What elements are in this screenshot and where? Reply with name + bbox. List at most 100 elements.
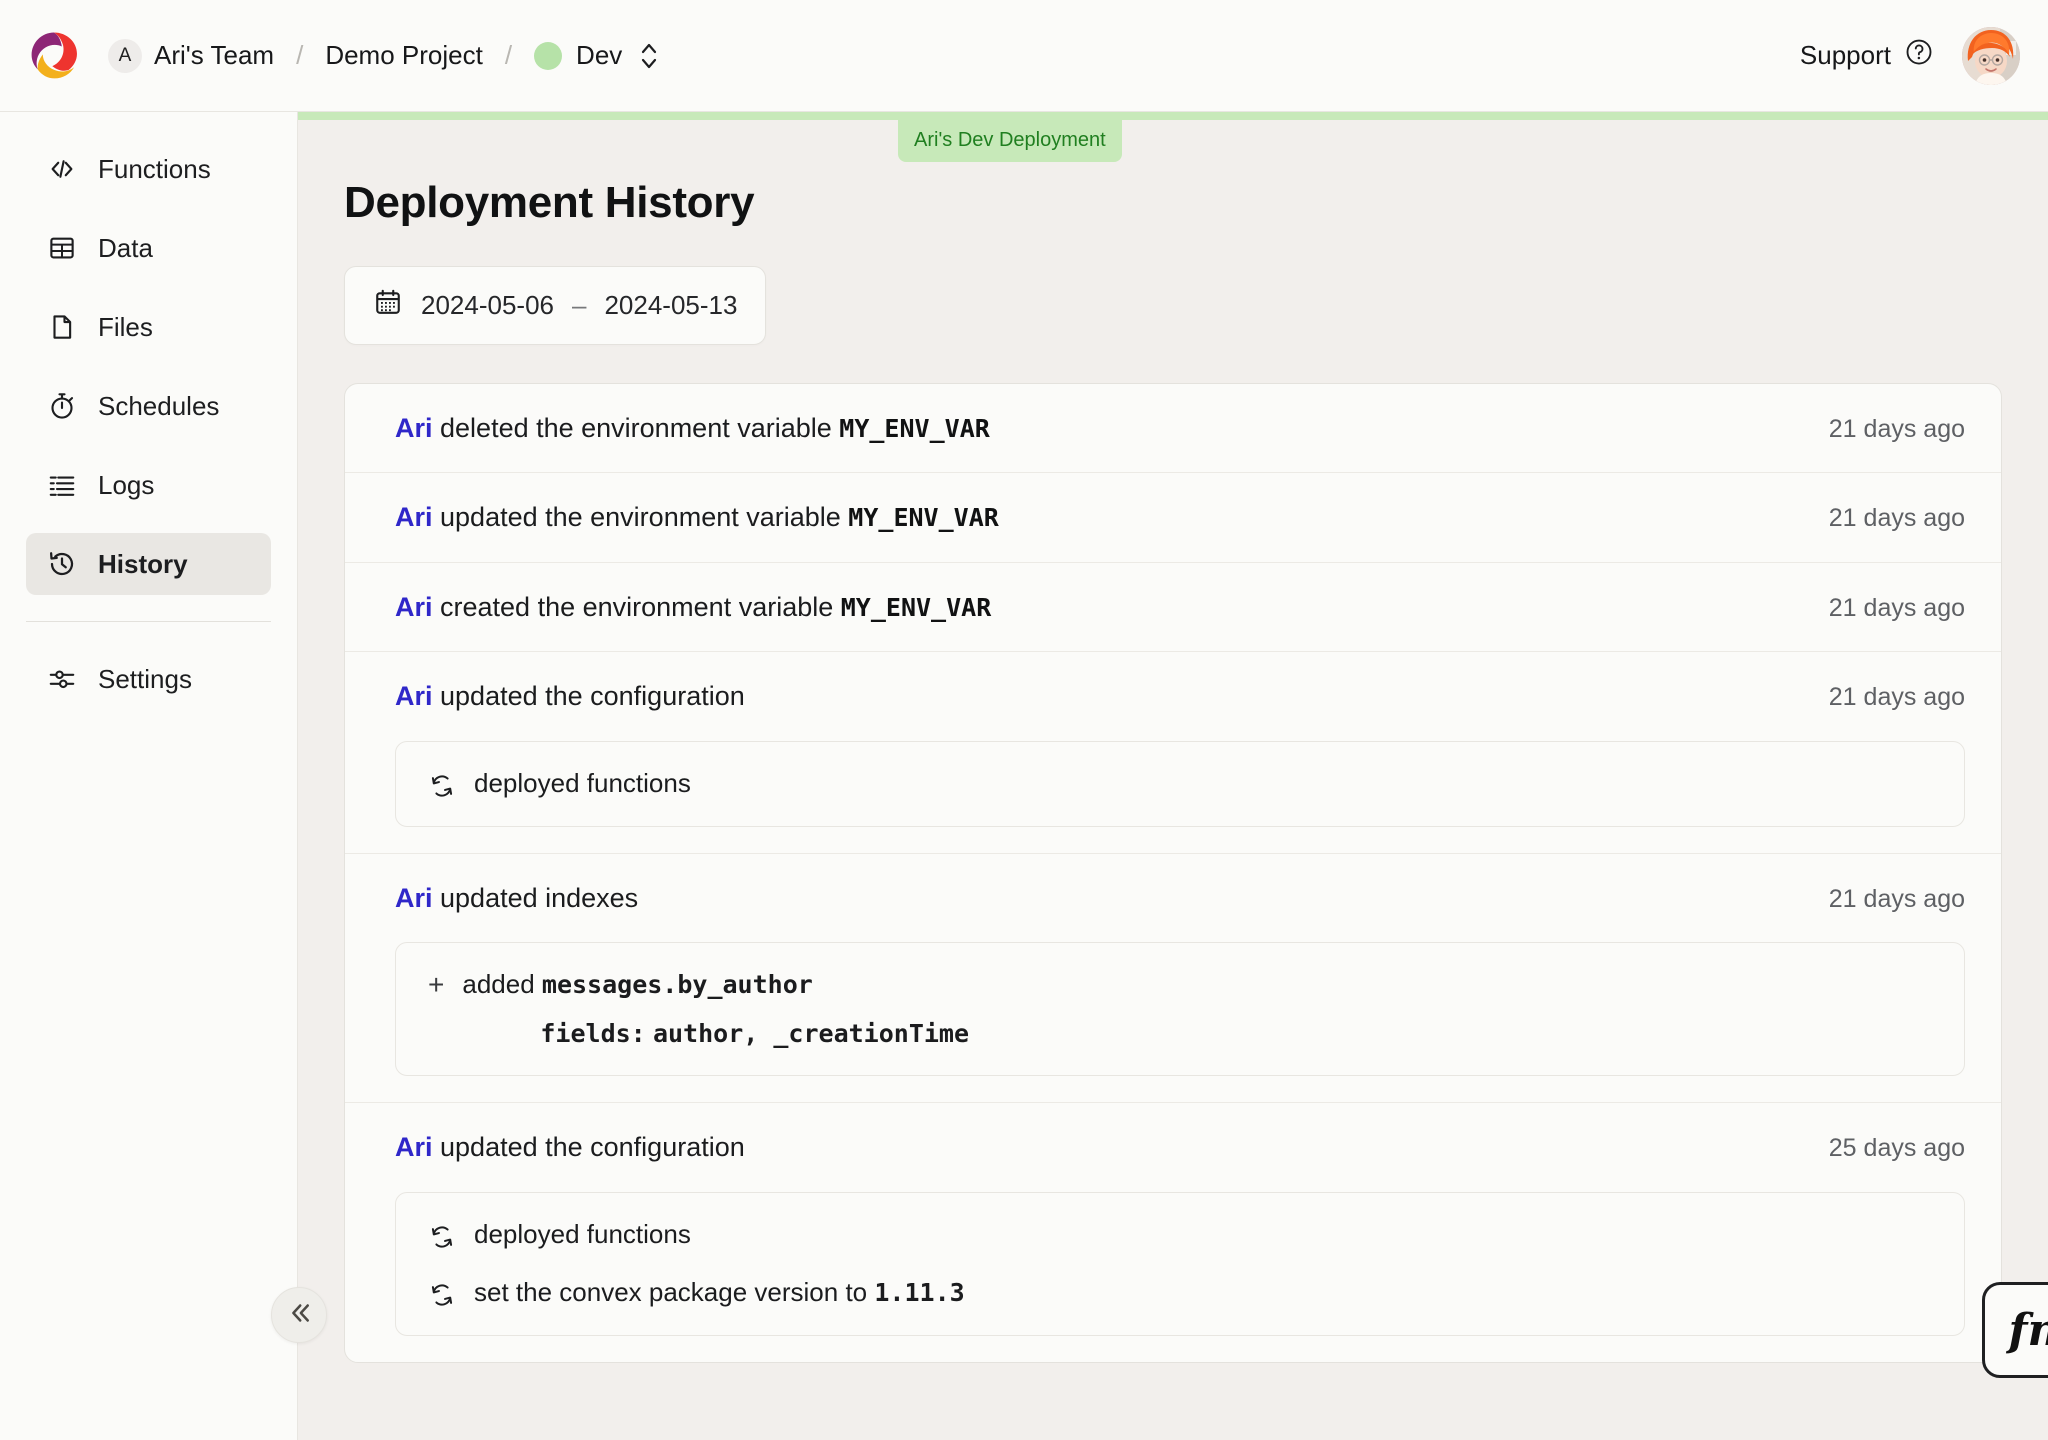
app-root: A Ari's Team / Demo Project / Dev Suppor…	[0, 0, 2048, 1440]
table-row[interactable]: Ari created the environment variable MY_…	[345, 563, 2001, 653]
sidebar-item-functions[interactable]: Functions	[26, 138, 271, 200]
table-row[interactable]: Ari updated the environment variable MY_…	[345, 473, 2001, 563]
entry-actor[interactable]: Ari	[395, 681, 433, 711]
chevron-up-down-icon	[638, 39, 660, 73]
entry-target: MY_ENV_VAR	[839, 414, 990, 443]
entry-timestamp: 21 days ago	[1828, 593, 1965, 622]
entry-actor[interactable]: Ari	[395, 413, 433, 443]
entry-detail-card: + added messages.by_author fields: autho…	[395, 942, 1965, 1077]
entry-description: Ari created the environment variable MY_…	[395, 589, 991, 625]
sidebar-item-label: Settings	[98, 663, 192, 694]
breadcrumb-project[interactable]: Demo Project	[325, 40, 483, 71]
entry-action: updated indexes	[432, 882, 639, 913]
detail-text: deployed functions	[474, 767, 691, 798]
team-initial-avatar: A	[108, 38, 142, 73]
entry-target: MY_ENV_VAR	[840, 592, 992, 622]
date-range-separator: –	[572, 290, 587, 320]
sidebar-item-history[interactable]: History	[26, 533, 271, 595]
breadcrumb-separator-1: /	[296, 40, 304, 70]
fn-widget-button[interactable]: fn	[1982, 1282, 2048, 1378]
date-range-picker[interactable]: 2024-05-06 – 2024-05-13	[344, 266, 767, 345]
table-row[interactable]: Ari deleted the environment variable MY_…	[345, 384, 2001, 474]
entry-description: Ari updated the configuration	[395, 678, 745, 714]
file-icon	[46, 311, 78, 343]
entry-timestamp: 21 days ago	[1828, 504, 1965, 533]
index-fields-value: author, _creationTime	[652, 1019, 970, 1049]
entry-action: updated the configuration	[432, 1132, 745, 1163]
entry-actor[interactable]: Ari	[395, 592, 433, 622]
index-fields-line: fields: author, _creationTime	[462, 1018, 969, 1049]
detail-row: + added messages.by_author fields: autho…	[428, 969, 1932, 1049]
entry-actor[interactable]: Ari	[395, 1132, 433, 1162]
question-circle-icon	[1904, 37, 1934, 74]
table-icon	[46, 232, 78, 264]
user-avatar[interactable]	[1962, 26, 2020, 85]
double-chevron-left-icon	[284, 1298, 314, 1333]
sliders-icon	[46, 663, 78, 695]
detail-version-value: 1.11.3	[874, 1277, 965, 1307]
sidebar-item-label: Files	[98, 311, 153, 342]
detail-row: set the convex package version to 1.11.3	[428, 1277, 1932, 1309]
deployment-status-dot	[534, 41, 563, 70]
index-prefix: added	[462, 969, 542, 1000]
sidebar-collapse-button[interactable]	[271, 1287, 327, 1343]
entry-description: Ari deleted the environment variable MY_…	[395, 410, 990, 446]
detail-row: deployed functions	[428, 1219, 1932, 1251]
entry-action: created the environment variable	[432, 591, 841, 622]
history-list: Ari deleted the environment variable MY_…	[344, 383, 2002, 1363]
sidebar: Functions Data Files Schedules Logs Hist…	[0, 112, 298, 1440]
top-bar: A Ari's Team / Demo Project / Dev Suppor…	[0, 0, 2048, 112]
deployment-label: Dev	[576, 40, 623, 70]
entry-description: Ari updated indexes	[395, 880, 638, 916]
deployment-badge: Ari's Dev Deployment	[898, 120, 1122, 162]
date-range-start: 2024-05-06	[421, 290, 554, 320]
deployment-selector[interactable]: Dev	[534, 39, 660, 73]
sidebar-item-schedules[interactable]: Schedules	[26, 375, 271, 437]
date-range-end: 2024-05-13	[604, 290, 738, 320]
stopwatch-icon	[46, 390, 78, 422]
entry-action: deleted the environment variable	[432, 413, 840, 443]
sidebar-divider	[26, 621, 271, 622]
index-added-line: added messages.by_author	[462, 969, 969, 1000]
entry-timestamp: 25 days ago	[1828, 1134, 1965, 1163]
entry-action: updated the configuration	[432, 681, 745, 712]
breadcrumb-separator-2: /	[504, 40, 513, 70]
index-fields-label: fields:	[540, 1019, 646, 1049]
body-row: Functions Data Files Schedules Logs Hist…	[0, 112, 2048, 1440]
entry-actor[interactable]: Ari	[395, 502, 433, 532]
entry-actor[interactable]: Ari	[395, 883, 433, 913]
sidebar-item-label: Schedules	[98, 390, 220, 421]
sidebar-item-label: Functions	[98, 153, 211, 184]
detail-text: set the convex package version to 1.11.3	[474, 1277, 965, 1308]
table-row[interactable]: Ari updated indexes 21 days ago + added …	[345, 854, 2001, 1104]
entry-detail-card: deployed functions	[395, 740, 1965, 827]
main-content: Ari's Dev Deployment Deployment History	[298, 112, 2048, 1440]
breadcrumb: A Ari's Team / Demo Project / Dev	[108, 38, 660, 73]
entry-description: Ari updated the configuration	[395, 1129, 745, 1165]
clock-rewind-icon	[46, 548, 78, 580]
entry-target: MY_ENV_VAR	[848, 503, 999, 533]
sidebar-item-label: Data	[98, 232, 153, 263]
entry-description: Ari updated the environment variable MY_…	[395, 499, 999, 535]
sidebar-item-logs[interactable]: Logs	[26, 454, 271, 516]
entry-action: updated the environment variable	[432, 502, 849, 533]
index-name: messages.by_author	[541, 970, 813, 1000]
table-row[interactable]: Ari updated the configuration 25 days ag…	[345, 1103, 2001, 1361]
entry-detail-card: deployed functions set the convex packag…	[395, 1191, 1965, 1336]
sidebar-item-label: History	[98, 548, 188, 579]
entry-timestamp: 21 days ago	[1828, 884, 1965, 913]
sidebar-item-data[interactable]: Data	[26, 217, 271, 279]
support-button[interactable]: Support	[1800, 37, 1934, 74]
list-lines-icon	[46, 469, 78, 501]
sidebar-item-settings[interactable]: Settings	[26, 648, 271, 710]
page-title: Deployment History	[344, 178, 755, 227]
table-row[interactable]: Ari updated the configuration 21 days ag…	[345, 652, 2001, 854]
detail-row: deployed functions	[428, 768, 1932, 800]
sidebar-item-files[interactable]: Files	[26, 296, 271, 358]
sync-arrows-icon	[428, 772, 456, 800]
entry-timestamp: 21 days ago	[1828, 683, 1965, 712]
top-bar-right: Support	[1800, 26, 2020, 85]
entry-timestamp: 21 days ago	[1828, 415, 1965, 443]
breadcrumb-team[interactable]: Ari's Team	[154, 40, 274, 71]
convex-logo-icon[interactable]	[26, 28, 82, 84]
